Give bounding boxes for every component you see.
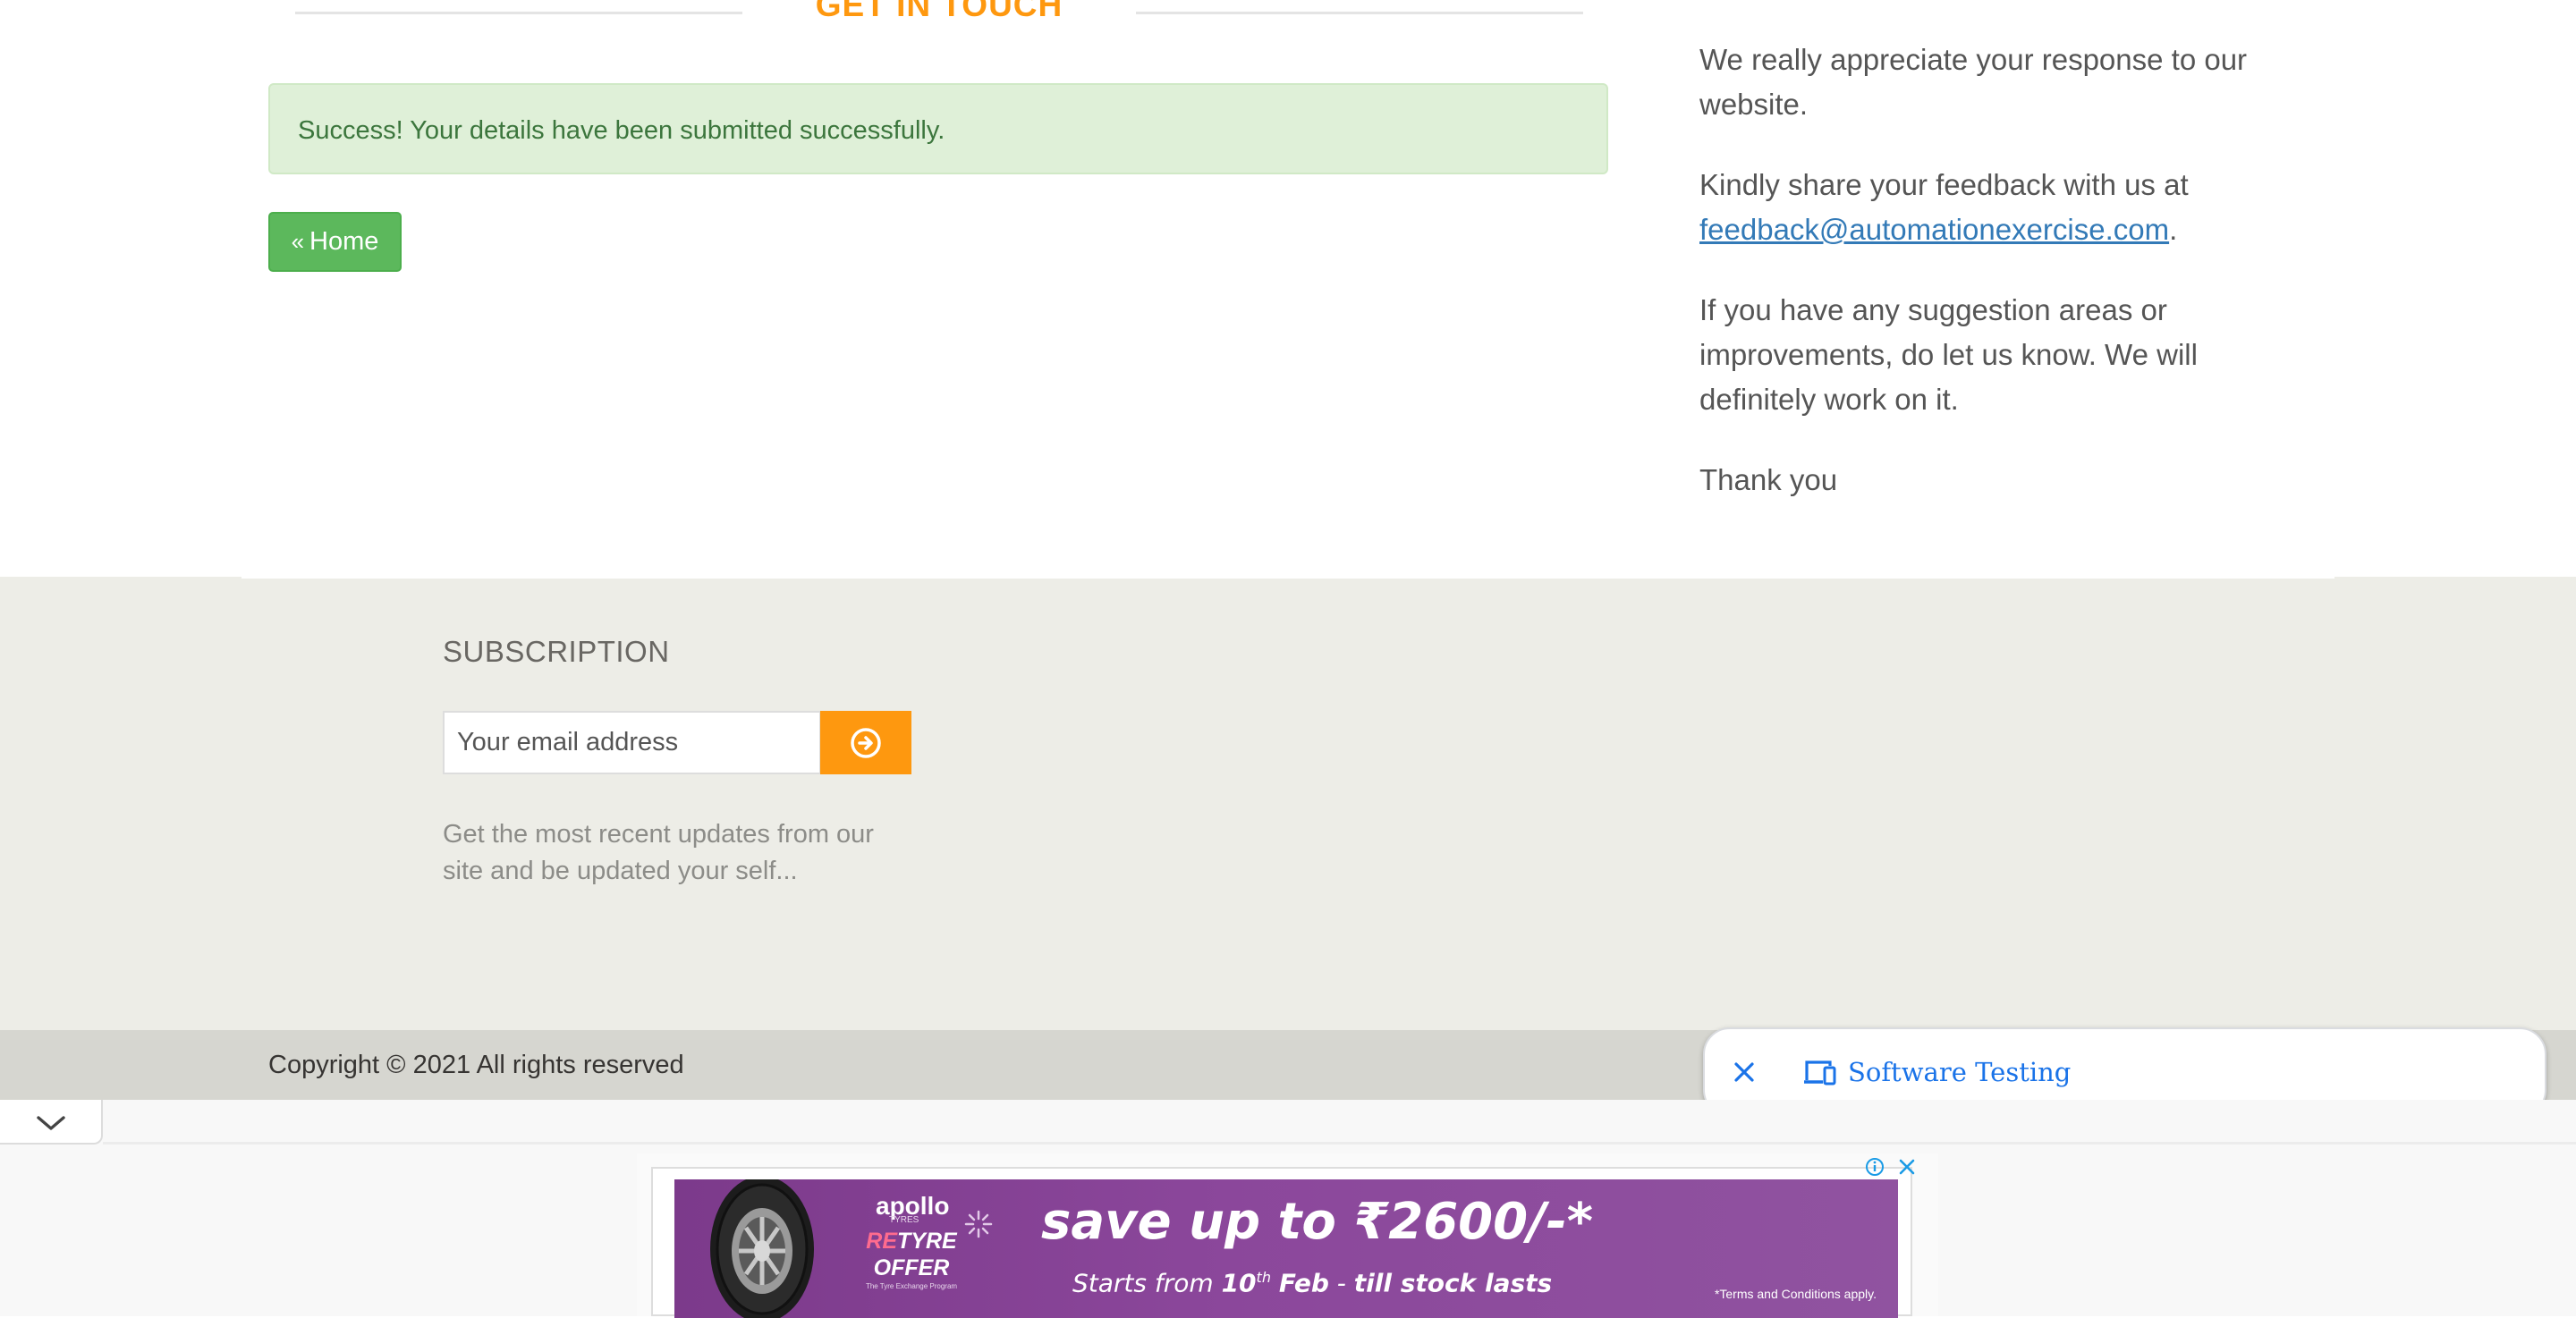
ad-offer-line-2: OFFER xyxy=(873,1255,950,1280)
feedback-panel: We really appreciate your response to ou… xyxy=(1699,38,2272,538)
ad-offer-tyre: TYRE xyxy=(897,1229,957,1254)
ad-offer-badge: RETYRE OFFER The Tyre Exchange Program xyxy=(858,1228,965,1299)
title-divider-left xyxy=(295,12,742,14)
copyright-text: Copyright © 2021 All rights reserved xyxy=(268,1051,684,1079)
ad-subline-prefix: Starts from xyxy=(1072,1268,1214,1298)
ad-subline-sup: th xyxy=(1256,1269,1271,1286)
subscription-title: SUBSCRIPTION xyxy=(443,635,670,668)
feedback-email-link[interactable]: feedback@automationexercise.com xyxy=(1699,213,2169,246)
arrow-circle-right-icon xyxy=(851,728,881,758)
ad-collapse-toggle[interactable] xyxy=(0,1100,103,1145)
home-button[interactable]: «Home xyxy=(268,212,402,272)
subscription-description: Get the most recent updates from our sit… xyxy=(443,820,874,885)
home-button-label: Home xyxy=(309,227,379,256)
ad-subline-dash: - xyxy=(1336,1268,1346,1298)
ad-offer-re: RE xyxy=(866,1229,898,1254)
ad-banner[interactable]: apollo TYRES RETYRE OFFER The Tyre Excha… xyxy=(674,1179,1898,1318)
devices-icon xyxy=(1804,1060,1836,1086)
feedback-paragraph-suggestion: If you have any suggestion areas or impr… xyxy=(1699,293,2198,416)
subscription-email-input[interactable] xyxy=(443,711,821,774)
main-content: GET IN TOUCH Success! Your details have … xyxy=(0,0,2576,577)
feedback-paragraph-share: Kindly share your feedback with us at fe… xyxy=(1699,163,2272,252)
info-icon[interactable] xyxy=(1865,1157,1885,1177)
ad-subline-month: Feb xyxy=(1278,1268,1329,1298)
chevron-down-icon xyxy=(37,1116,65,1130)
ad-subline-day: 10 xyxy=(1221,1268,1257,1298)
close-icon[interactable] xyxy=(1730,1058,1758,1086)
subscribe-button[interactable] xyxy=(820,711,911,774)
ad-subline: Starts from 10th Feb - till stock lasts xyxy=(1072,1262,1552,1299)
ad-separator xyxy=(103,1142,2576,1145)
double-chevron-left-icon: « xyxy=(291,228,305,255)
ad-area: apollo TYRES RETYRE OFFER The Tyre Excha… xyxy=(0,1100,2576,1318)
ad-headline: save up to ₹2600/-* xyxy=(1041,1193,1594,1251)
ad-container: apollo TYRES RETYRE OFFER The Tyre Excha… xyxy=(651,1167,1912,1318)
ad-brand-subtext: TYRES xyxy=(889,1215,919,1225)
ad-frame: apollo TYRES RETYRE OFFER The Tyre Excha… xyxy=(637,1153,1938,1318)
footer-subscription-area: SUBSCRIPTION Get the most recent updates… xyxy=(0,577,2576,1030)
success-alert: Success! Your details have been submitte… xyxy=(268,83,1608,174)
ad-offer-tagline: The Tyre Exchange Program xyxy=(865,1282,958,1290)
ad-terms: *Terms and Conditions apply. xyxy=(1714,1287,1877,1301)
feedback-paragraph-thanks: Thank you xyxy=(1699,463,1838,496)
section-title: GET IN TOUCH xyxy=(815,0,1063,23)
feedback-share-suffix: . xyxy=(2169,213,2178,246)
footer-divider xyxy=(242,577,2334,579)
ad-subline-suffix: till stock lasts xyxy=(1353,1268,1553,1298)
feedback-share-text: Kindly share your feedback with us at xyxy=(1699,168,2189,201)
tyre-image xyxy=(710,1179,814,1318)
close-icon[interactable] xyxy=(1897,1157,1917,1177)
sparkle-icon xyxy=(964,1210,993,1238)
title-divider-right xyxy=(1136,12,1583,14)
feedback-paragraph-appreciate: We really appreciate your response to ou… xyxy=(1699,43,2248,121)
ad-offer-line-1: RETYRE xyxy=(858,1228,965,1255)
